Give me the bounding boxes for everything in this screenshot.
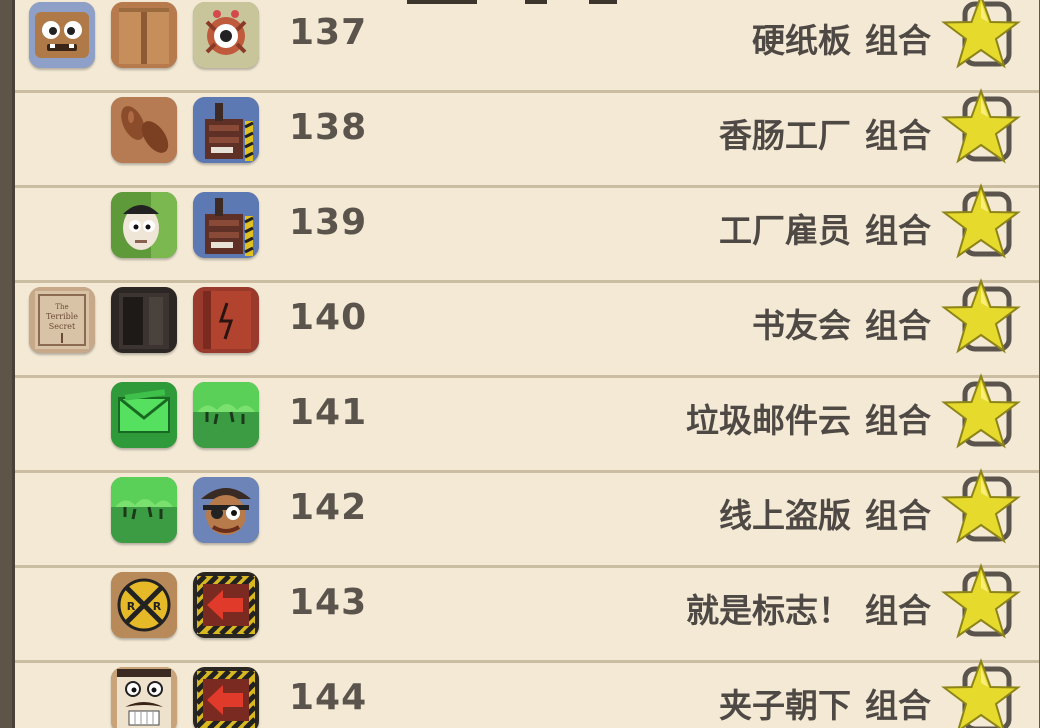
green-cloud-icon — [111, 477, 177, 543]
achievement-title: 垃圾邮件云 组合 — [686, 394, 931, 442]
achievement-title: 夹子朝下 组合 — [719, 679, 931, 727]
star-icon — [939, 0, 1023, 76]
cardboard-face-icon — [29, 2, 95, 68]
arrow-sign-icon — [193, 667, 259, 728]
star-icon — [939, 182, 1023, 266]
achievement-name: 香肠工厂 — [719, 116, 851, 155]
star-icon — [939, 657, 1023, 728]
star-shape — [941, 563, 1021, 639]
dark-book-icon — [111, 287, 177, 353]
achievement-suffix: 组合 — [865, 686, 931, 725]
star-shape — [941, 658, 1021, 728]
cardboard-box-icon — [111, 2, 177, 68]
achievement-name: 夹子朝下 — [719, 686, 851, 725]
factory-icon — [193, 192, 259, 258]
star-shape — [941, 278, 1021, 354]
achievement-name: 就是标志！ — [686, 591, 851, 630]
achievement-number: 140 — [289, 297, 368, 338]
achievement-row[interactable]: 137 硬纸板 组合 — [15, 0, 1039, 89]
achievement-suffix: 组合 — [865, 401, 931, 440]
achievement-number: 142 — [289, 487, 368, 528]
achievement-row[interactable]: 139 工厂雇员 组合 — [15, 182, 1039, 279]
green-envelope-icon — [111, 382, 177, 448]
achievement-title: 书友会 组合 — [752, 299, 931, 347]
terrible-secret-book-icon: The Terrible Secret — [29, 287, 95, 353]
svg-text:Terrible: Terrible — [46, 312, 78, 321]
achievement-title: 工厂雇员 组合 — [719, 204, 931, 252]
star-icon — [939, 562, 1023, 646]
railroad-sign-icon: RR — [111, 572, 177, 638]
achievement-number: 138 — [289, 107, 368, 148]
achievement-name: 线上盗版 — [719, 496, 851, 535]
pirate-icon — [193, 477, 259, 543]
achievement-name: 书友会 — [752, 306, 851, 345]
svg-text:R: R — [153, 600, 162, 613]
star-icon — [939, 277, 1023, 361]
achievement-number: 143 — [289, 582, 368, 623]
achievement-number: 144 — [289, 677, 368, 718]
star-shape — [941, 183, 1021, 259]
svg-text:Secret: Secret — [49, 322, 76, 331]
achievement-row[interactable]: 142 线上盗版 组合 — [15, 467, 1039, 564]
mustache-face-icon — [111, 667, 177, 728]
achievement-title: 就是标志！ 组合 — [686, 584, 931, 632]
svg-text:R: R — [127, 600, 136, 613]
achievement-list-panel: 137 硬纸板 组合 138 香肠工厂 组合 139 工厂雇员 组合 The Terrible… — [12, 0, 1039, 728]
achievement-suffix: 组合 — [865, 496, 931, 535]
achievement-number: 141 — [289, 392, 368, 433]
arrow-sign-icon — [193, 572, 259, 638]
achievement-name: 工厂雇员 — [719, 211, 851, 250]
achievement-row[interactable]: 138 香肠工厂 组合 — [15, 87, 1039, 184]
achievement-name: 硬纸板 — [752, 21, 851, 60]
star-icon — [939, 87, 1023, 171]
achievement-name: 垃圾邮件云 — [686, 401, 851, 440]
achievement-suffix: 组合 — [865, 116, 931, 155]
green-cloud-icon — [193, 382, 259, 448]
achievement-row[interactable]: 144 夹子朝下 组合 — [15, 657, 1039, 728]
star-shape — [941, 373, 1021, 449]
achievement-number: 137 — [289, 12, 368, 53]
star-icon — [939, 467, 1023, 551]
star-shape — [941, 0, 1021, 69]
achievement-row[interactable]: R R 143 就是标志！ 组合 — [15, 562, 1039, 659]
svg-text:The: The — [55, 303, 68, 311]
red-book-icon — [193, 287, 259, 353]
achievement-title: 香肠工厂 组合 — [719, 109, 931, 157]
factory-icon — [193, 97, 259, 163]
worker-face-icon — [111, 192, 177, 258]
spider-eye-icon — [193, 2, 259, 68]
achievement-row[interactable]: The Terrible Secret 140 书友会 组合 — [15, 277, 1039, 374]
achievement-suffix: 组合 — [865, 211, 931, 250]
achievement-title: 硬纸板 组合 — [752, 14, 931, 62]
achievement-title: 线上盗版 组合 — [719, 489, 931, 537]
achievement-suffix: 组合 — [865, 591, 931, 630]
achievement-number: 139 — [289, 202, 368, 243]
star-icon — [939, 372, 1023, 456]
sausages-icon — [111, 97, 177, 163]
star-shape — [941, 88, 1021, 164]
star-shape — [941, 468, 1021, 544]
achievement-suffix: 组合 — [865, 21, 931, 60]
achievement-suffix: 组合 — [865, 306, 931, 345]
achievement-row[interactable]: 141 垃圾邮件云 组合 — [15, 372, 1039, 469]
